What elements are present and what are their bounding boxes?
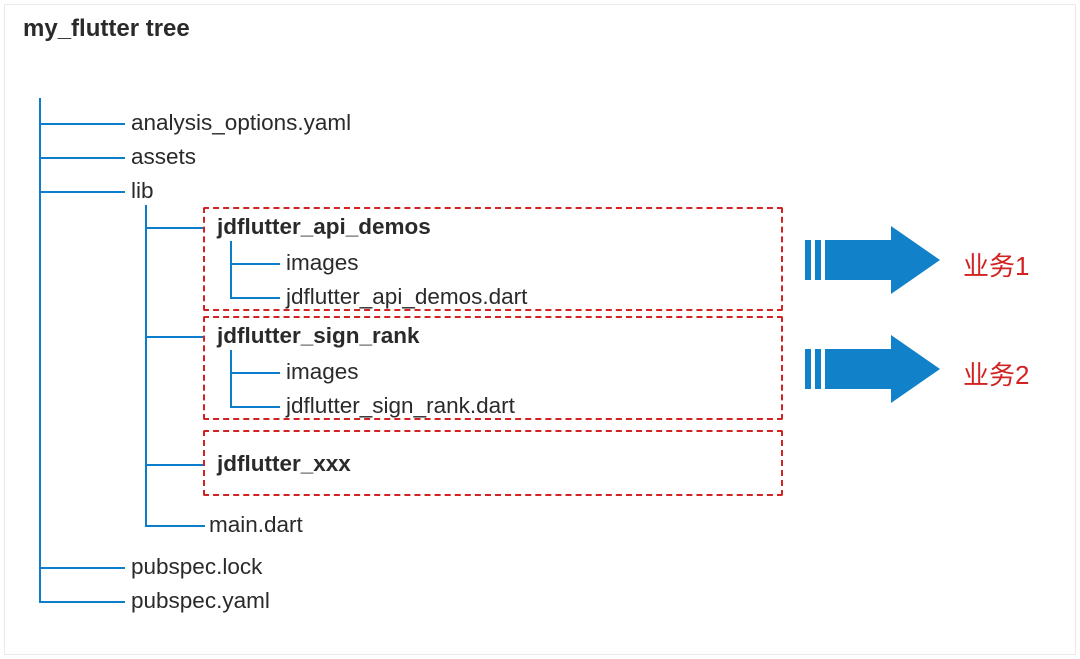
- callout-label-1: 业务1: [963, 246, 1029, 283]
- arrow-icon: [805, 335, 940, 403]
- tree-line: [145, 464, 205, 466]
- tree-line: [145, 205, 147, 525]
- tree-line: [39, 157, 125, 159]
- module-box-3: [203, 430, 783, 496]
- module-box-2: [203, 316, 783, 420]
- tree-line: [39, 98, 41, 601]
- tree-line: [39, 567, 125, 569]
- arrow-icon: [805, 226, 940, 294]
- diagram-title: my_flutter tree: [23, 15, 190, 43]
- tree-file: pubspec.lock: [131, 556, 262, 579]
- module-box-1: [203, 207, 783, 311]
- tree-file: pubspec.yaml: [131, 590, 270, 613]
- tree-line: [145, 336, 205, 338]
- tree-file: analysis_options.yaml: [131, 112, 351, 135]
- tree-file: main.dart: [209, 514, 303, 537]
- tree-folder-lib: lib: [131, 180, 154, 203]
- tree-line: [39, 601, 125, 603]
- tree-line: [145, 525, 205, 527]
- tree-folder: assets: [131, 146, 196, 169]
- diagram-frame: my_flutter tree analysis_options.yaml as…: [4, 4, 1076, 655]
- callout-label-2: 业务2: [963, 355, 1029, 392]
- tree-line: [39, 191, 125, 193]
- tree-line: [39, 123, 125, 125]
- tree-line: [145, 227, 205, 229]
